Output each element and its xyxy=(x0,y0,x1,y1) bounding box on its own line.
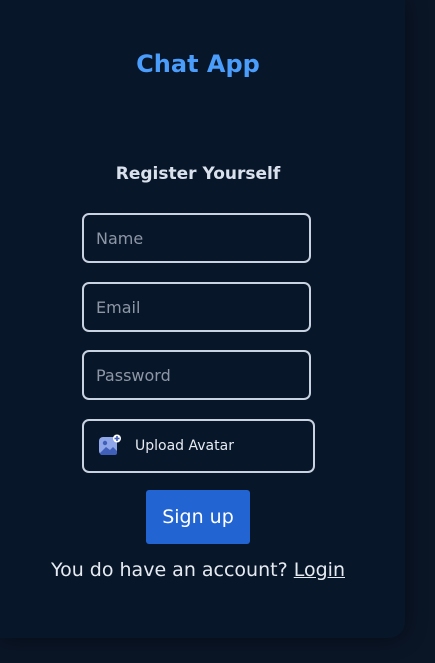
login-link[interactable]: Login xyxy=(294,559,345,581)
login-prompt: You do have an account? Login xyxy=(0,559,396,581)
upload-avatar-button[interactable]: Upload Avatar xyxy=(82,419,315,473)
password-input[interactable] xyxy=(82,350,311,400)
name-input[interactable] xyxy=(82,213,311,263)
signup-button[interactable]: Sign up xyxy=(146,490,250,544)
app-title: Chat App xyxy=(136,50,260,78)
login-prompt-text: You do have an account? xyxy=(51,559,288,581)
form-heading: Register Yourself xyxy=(115,164,281,184)
image-add-icon xyxy=(98,434,122,458)
upload-avatar-label: Upload Avatar xyxy=(135,438,234,454)
email-input[interactable] xyxy=(82,282,311,332)
register-card: Chat App Register Yourself Upload Avatar… xyxy=(0,0,405,638)
